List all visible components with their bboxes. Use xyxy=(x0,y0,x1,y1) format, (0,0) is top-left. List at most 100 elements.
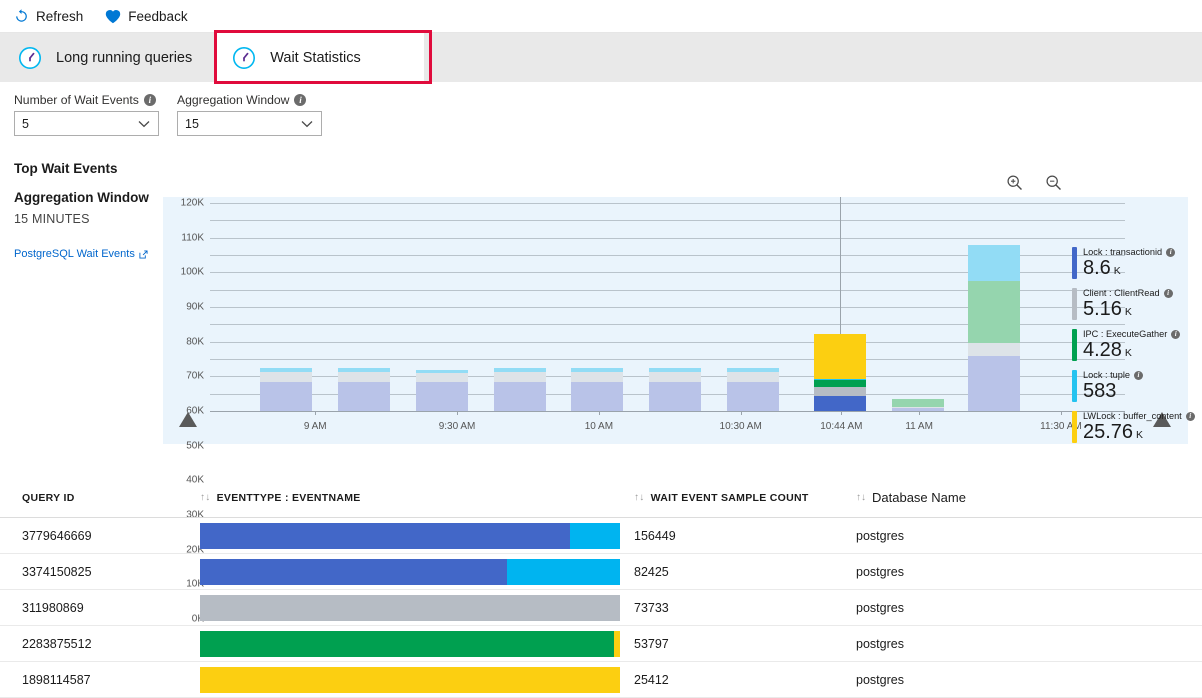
x-axis-tick-mark xyxy=(841,411,843,415)
chart-bar-segment xyxy=(967,281,1020,344)
filter-label: Number of Wait Events i xyxy=(14,93,159,107)
row-bar-segment xyxy=(506,558,620,585)
sort-icon[interactable]: ↑↓ xyxy=(634,492,645,503)
cell-eventtype-eventname xyxy=(200,522,634,549)
aggregation-window-select[interactable]: 15 xyxy=(177,111,322,136)
cell-eventtype-eventname xyxy=(200,558,634,585)
chart-bar[interactable] xyxy=(726,368,779,411)
row-bar-segment xyxy=(200,666,620,693)
info-icon[interactable]: i xyxy=(1171,329,1181,339)
table-row[interactable]: 3374150825 82425 postgres xyxy=(0,554,1202,590)
refresh-label: Refresh xyxy=(36,8,84,24)
chart-block: Aggregation Window 15 MINUTES PostgreSQL… xyxy=(0,175,1202,625)
tab-long-running-queries[interactable]: Long running queries xyxy=(0,33,214,82)
zoom-in-icon[interactable] xyxy=(1006,174,1023,191)
table-column-header[interactable]: QUERY ID xyxy=(22,492,200,504)
legend-item[interactable]: Client : ClientRead i 5.16 K xyxy=(1072,288,1188,320)
legend-item[interactable]: Lock : transactionid i 8.6 K xyxy=(1072,247,1188,279)
sort-icon[interactable]: ↑↓ xyxy=(200,492,211,503)
feedback-button[interactable]: Feedback xyxy=(105,8,188,24)
legend-color-swatch xyxy=(1072,329,1077,361)
x-axis-tick-label: 9 AM xyxy=(303,421,327,432)
link-label: PostgreSQL Wait Events xyxy=(14,248,135,260)
info-icon[interactable]: i xyxy=(294,94,307,106)
legend-value-unit: K xyxy=(1110,265,1121,277)
select-value: 15 xyxy=(185,116,199,131)
tab-wait-statistics[interactable]: Wait Statistics xyxy=(214,33,425,82)
range-selector-handle[interactable] xyxy=(179,412,198,427)
zoom-out-icon[interactable] xyxy=(1045,174,1062,191)
chart-bar-segment xyxy=(726,381,779,411)
chart-bar-segment xyxy=(415,382,468,411)
number-of-wait-events-select[interactable]: 5 xyxy=(14,111,159,136)
heart-icon xyxy=(105,9,121,24)
chart-bar[interactable] xyxy=(415,369,468,411)
table-column-header[interactable]: ↑↓ Database Name xyxy=(856,490,1202,505)
legend-color-swatch xyxy=(1072,411,1077,443)
table-row[interactable]: 311980869 73733 postgres xyxy=(0,590,1202,626)
chart-bar[interactable] xyxy=(260,368,313,411)
refresh-button[interactable]: Refresh xyxy=(14,9,83,24)
legend-color-swatch xyxy=(1072,247,1077,279)
y-axis-tick-label: 80K xyxy=(186,336,204,348)
chart-bar-segment xyxy=(571,381,624,411)
cell-eventtype-eventname xyxy=(200,594,634,621)
chart-bar-segment xyxy=(813,387,866,397)
table-column-header[interactable]: ↑↓ WAIT EVENT SAMPLE COUNT xyxy=(634,492,856,504)
x-axis-tick-mark xyxy=(457,411,459,415)
chart-bar[interactable] xyxy=(338,368,391,411)
chart-bar-segment xyxy=(338,381,391,411)
chart-bar-segment xyxy=(415,373,468,383)
sort-icon[interactable]: ↑↓ xyxy=(856,492,866,503)
chart-bar-segment xyxy=(967,355,1020,411)
x-axis-tick-mark xyxy=(1060,411,1062,415)
chart-bar[interactable] xyxy=(571,368,624,411)
info-icon[interactable]: i xyxy=(1166,247,1176,257)
legend-color-swatch xyxy=(1072,370,1077,402)
info-icon[interactable]: i xyxy=(1185,411,1195,421)
legend-item-value: 5.16 K xyxy=(1083,298,1132,320)
x-axis-tick-label: 10:44 AM xyxy=(820,421,863,432)
legend-value-unit: K xyxy=(1133,429,1143,441)
postgresql-wait-events-link[interactable]: PostgreSQL Wait Events xyxy=(14,248,148,260)
info-icon[interactable]: i xyxy=(1134,370,1143,380)
cell-query-id: 1898114587 xyxy=(22,672,91,687)
legend-item-value: 8.6 K xyxy=(1083,257,1121,279)
chevron-down-icon xyxy=(301,120,313,128)
legend-item-value: 583 xyxy=(1083,380,1117,402)
legend-item[interactable]: Lock : tuple i 583 xyxy=(1072,370,1188,402)
row-bar xyxy=(200,558,620,585)
table-row[interactable]: 1898114587 25412 postgres xyxy=(0,662,1202,698)
legend-value-unit: K xyxy=(1121,347,1132,359)
chart-bar-segment xyxy=(891,399,944,407)
x-axis-tick-mark xyxy=(919,411,921,415)
filter-label-text: Number of Wait Events xyxy=(14,93,139,107)
table-column-header[interactable]: ↑↓ EVENTTYPE : EVENTNAME xyxy=(200,492,634,504)
chart-bar-segment xyxy=(813,396,866,411)
feedback-label: Feedback xyxy=(128,8,188,24)
table-row[interactable]: 2283875512 53797 postgres xyxy=(0,626,1202,662)
chart-bar[interactable] xyxy=(967,244,1020,411)
chart-bar[interactable] xyxy=(891,399,944,411)
row-bar-segment xyxy=(200,522,570,549)
chart-plot-area[interactable]: 0K 10K 20K 30K 40K 50K 60K 70K 80K 90K 100K 110K 120… xyxy=(163,197,1195,625)
y-axis-tick-label: 120K xyxy=(180,197,204,209)
legend-value-unit: K xyxy=(1121,306,1132,318)
chart-bar-segment xyxy=(813,379,866,388)
chart-bar[interactable] xyxy=(493,368,546,411)
info-icon[interactable]: i xyxy=(1163,288,1173,298)
chart-bar[interactable] xyxy=(813,334,866,411)
command-bar: Refresh Feedback xyxy=(0,0,1202,33)
tab-label: Long running queries xyxy=(56,49,193,66)
y-axis-tick-label: 100K xyxy=(180,266,204,278)
info-icon[interactable]: i xyxy=(143,94,156,106)
legend-item[interactable]: LWLock : buffer_content i 25.76 K xyxy=(1072,411,1195,443)
refresh-icon xyxy=(14,8,29,24)
chart-bar[interactable] xyxy=(649,368,702,411)
legend-item[interactable]: IPC : ExecuteGather i 4.28 K xyxy=(1072,329,1188,361)
row-bar-segment xyxy=(200,558,507,585)
wait-events-table: QUERY ID ↑↓ EVENTTYPE : EVENTNAME ↑↓ WAIT EV… xyxy=(0,478,1202,698)
column-header-label: QUERY ID xyxy=(22,491,75,504)
grid-line: 100K xyxy=(181,237,1125,278)
table-row[interactable]: 3779646669 156449 postgres xyxy=(0,518,1202,554)
